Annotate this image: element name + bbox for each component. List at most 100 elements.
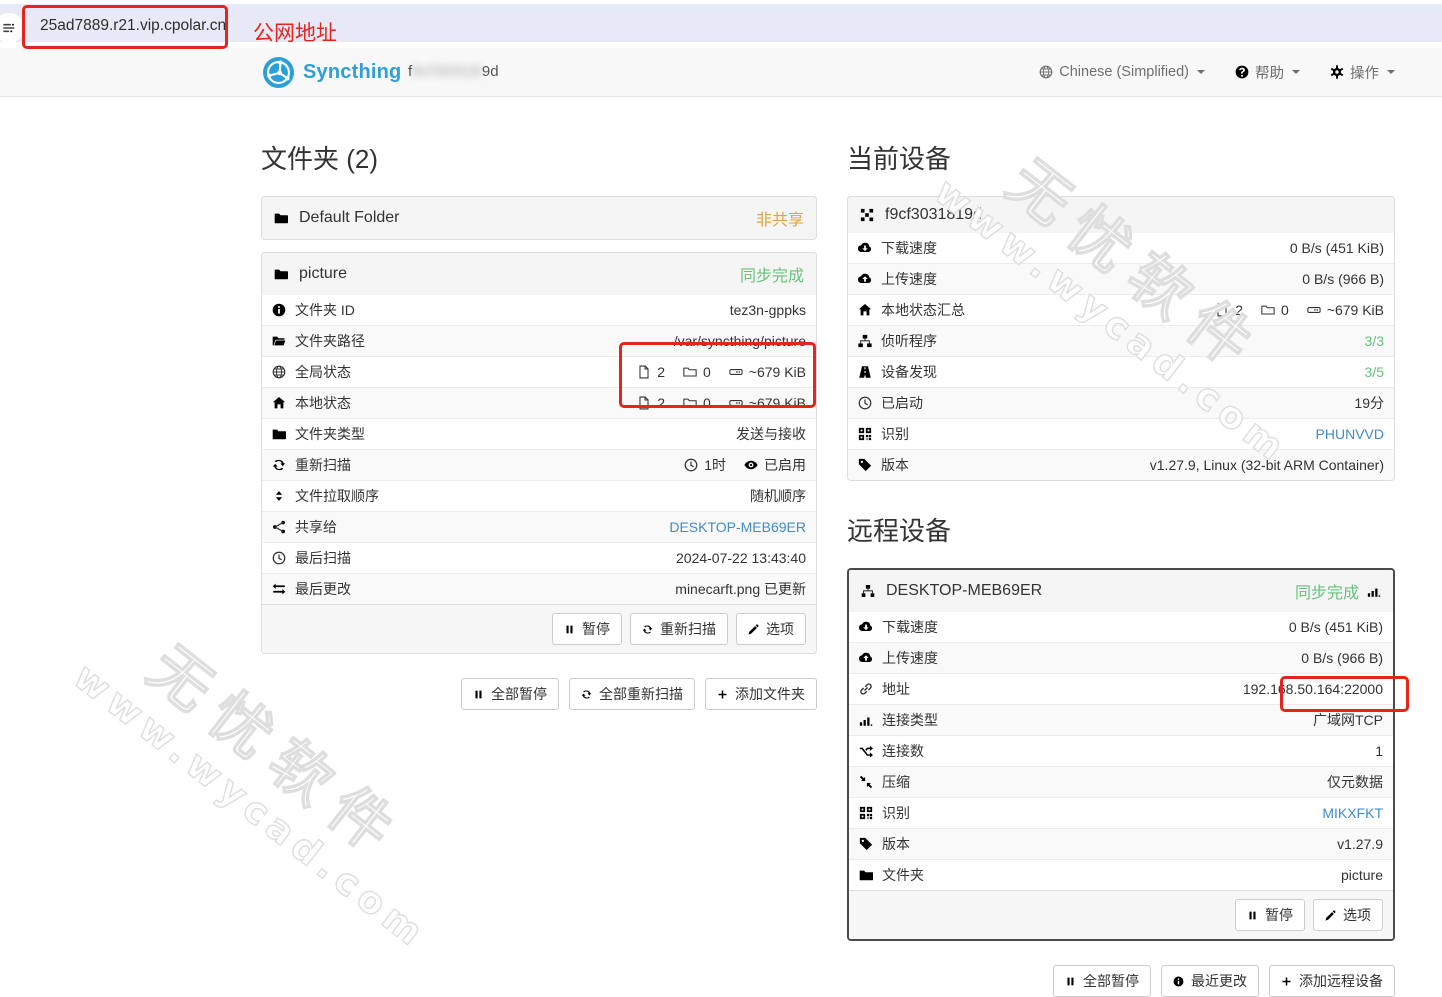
chevron-down-icon (1292, 70, 1300, 74)
file-count: 2 (657, 364, 665, 380)
road-icon (858, 365, 872, 379)
public-url-annotation: 公网地址 (253, 17, 337, 47)
table-row: 最后扫描 2024-07-22 13:43:40 (262, 542, 816, 573)
row-label: 识别 (882, 803, 910, 823)
folder-icon (272, 427, 286, 441)
signal-bars-icon (1367, 584, 1381, 598)
browser-address-bar: 25ad7889.r21.vip.cpolar.cn (0, 0, 1442, 48)
help-menu[interactable]: 帮助 (1235, 62, 1300, 83)
pause-button[interactable]: 暂停 (552, 613, 622, 645)
cloud-download-icon (858, 241, 872, 255)
table-row: 上传速度 0 B/s (966 B) (849, 642, 1393, 673)
table-row: 重新扫描 1时 已启用 (262, 449, 816, 480)
page-url[interactable]: 25ad7889.r21.vip.cpolar.cn (40, 17, 226, 35)
table-row: 下载速度 0 B/s (451 KiB) (849, 612, 1393, 642)
table-row: 设备发现 3/5 (848, 356, 1394, 387)
file-icon (1215, 303, 1229, 317)
row-label: 连接数 (882, 741, 924, 761)
table-row: 文件夹路径 /var/syncthing/picture (262, 325, 816, 356)
remote-device-header[interactable]: DESKTOP-MEB69ER 同步完成 (849, 570, 1393, 612)
add-folder-button[interactable]: 添加文件夹 (705, 678, 817, 710)
table-row: 文件拉取顺序 随机顺序 (262, 480, 816, 511)
row-label: 设备发现 (881, 362, 937, 382)
cloud-upload-icon (858, 272, 872, 286)
row-label: 文件拉取顺序 (295, 486, 379, 506)
device-name-suffix: 9d (482, 63, 499, 80)
remote-device-name: DESKTOP-MEB69ER (886, 582, 1042, 600)
table-row: 侦听程序 3/3 (848, 325, 1394, 356)
device-name-blurred: 9cf30318 (412, 63, 482, 80)
refresh-icon (272, 458, 286, 472)
folder-default-header[interactable]: Default Folder 非共享 (262, 197, 816, 239)
this-device-panel: f9cf3031819d 下载速度 0 B/s (451 KiB) 上传速度 0… (847, 196, 1395, 481)
watch-status: 已启用 (764, 455, 806, 475)
gear-icon (1330, 65, 1344, 79)
rescan-button[interactable]: 重新扫描 (630, 613, 728, 645)
actions-menu[interactable]: 操作 (1330, 62, 1395, 83)
device-id-link[interactable]: PHUNVVD (1316, 426, 1384, 442)
chevron-down-icon (1197, 70, 1205, 74)
folder-status: 同步完成 (740, 262, 804, 286)
row-label: 识别 (881, 424, 909, 444)
brand-name: Syncthing (303, 61, 401, 84)
folder-picture-header[interactable]: picture 同步完成 (262, 253, 816, 295)
add-remote-device-button[interactable]: 添加远程设备 (1269, 965, 1395, 997)
device-options-button[interactable]: 选项 (1313, 899, 1383, 931)
remote-device-id-link[interactable]: MIKXFKT (1322, 805, 1383, 821)
pause-button-label: 暂停 (582, 619, 610, 639)
row-label: 压缩 (882, 772, 910, 792)
dir-count: 0 (1281, 302, 1289, 318)
add-remote-device-label: 添加远程设备 (1299, 971, 1383, 991)
plus-icon (717, 689, 728, 700)
row-label: 最后更改 (295, 579, 351, 599)
tag-icon (858, 458, 872, 472)
recent-changes-button[interactable]: 最近更改 (1161, 965, 1259, 997)
row-label: 版本 (881, 455, 909, 475)
file-count: 2 (1235, 302, 1243, 318)
folder-icon (274, 211, 288, 225)
row-label: 版本 (882, 834, 910, 854)
clock-icon (858, 396, 872, 410)
row-label: 侦听程序 (881, 331, 937, 351)
size-value: ~679 KiB (749, 395, 806, 411)
options-button-label: 选项 (766, 619, 794, 639)
table-row: 上传速度 0 B/s (966 B) (848, 263, 1394, 294)
language-menu[interactable]: Chinese (Simplified) (1039, 64, 1205, 80)
row-label: 文件夹类型 (295, 424, 365, 444)
brand[interactable]: Syncthing (263, 57, 401, 88)
remote-devices-heading: 远程设备 (847, 511, 1395, 548)
table-row: 连接数 1 (849, 735, 1393, 766)
options-button[interactable]: 选项 (736, 613, 806, 645)
pause-all-folders-button[interactable]: 全部暂停 (461, 678, 559, 710)
site-info-icon[interactable] (0, 13, 24, 43)
connection-type-value: 广域网TCP (1313, 710, 1383, 730)
this-device-name: f9cf3031819d (885, 206, 982, 224)
pause-device-label: 暂停 (1265, 905, 1293, 925)
shared-device-link[interactable]: DESKTOP-MEB69ER (669, 519, 806, 535)
device-identicon (860, 208, 874, 222)
row-label: 下载速度 (881, 238, 937, 258)
question-icon (1235, 65, 1249, 79)
row-label: 重新扫描 (295, 455, 351, 475)
rescan-interval: 1时 (704, 455, 726, 475)
row-label: 文件夹 ID (295, 300, 355, 320)
rescan-all-button[interactable]: 全部重新扫描 (569, 678, 695, 710)
table-row: 地址 192.168.50.164:22000 (849, 673, 1393, 704)
row-label: 已启动 (881, 393, 923, 413)
sort-icon (272, 489, 286, 503)
globe-icon (1039, 65, 1053, 79)
sitemap-icon (858, 334, 872, 348)
row-label: 全局状态 (295, 362, 351, 382)
pause-all-devices-label: 全部暂停 (1083, 971, 1139, 991)
refresh-icon (581, 689, 592, 700)
table-row: 文件夹类型 发送与接收 (262, 418, 816, 449)
info-icon (272, 303, 286, 317)
pause-device-button[interactable]: 暂停 (1235, 899, 1305, 931)
address-bar-field[interactable]: 25ad7889.r21.vip.cpolar.cn (0, 4, 1442, 42)
file-count: 2 (657, 395, 665, 411)
this-device-header[interactable]: f9cf3031819d (848, 197, 1394, 233)
listeners-value: 3/3 (1365, 333, 1384, 349)
folder-status: 非共享 (756, 206, 804, 230)
pause-all-devices-button[interactable]: 全部暂停 (1053, 965, 1151, 997)
row-value: 仅元数据 (1327, 772, 1383, 792)
